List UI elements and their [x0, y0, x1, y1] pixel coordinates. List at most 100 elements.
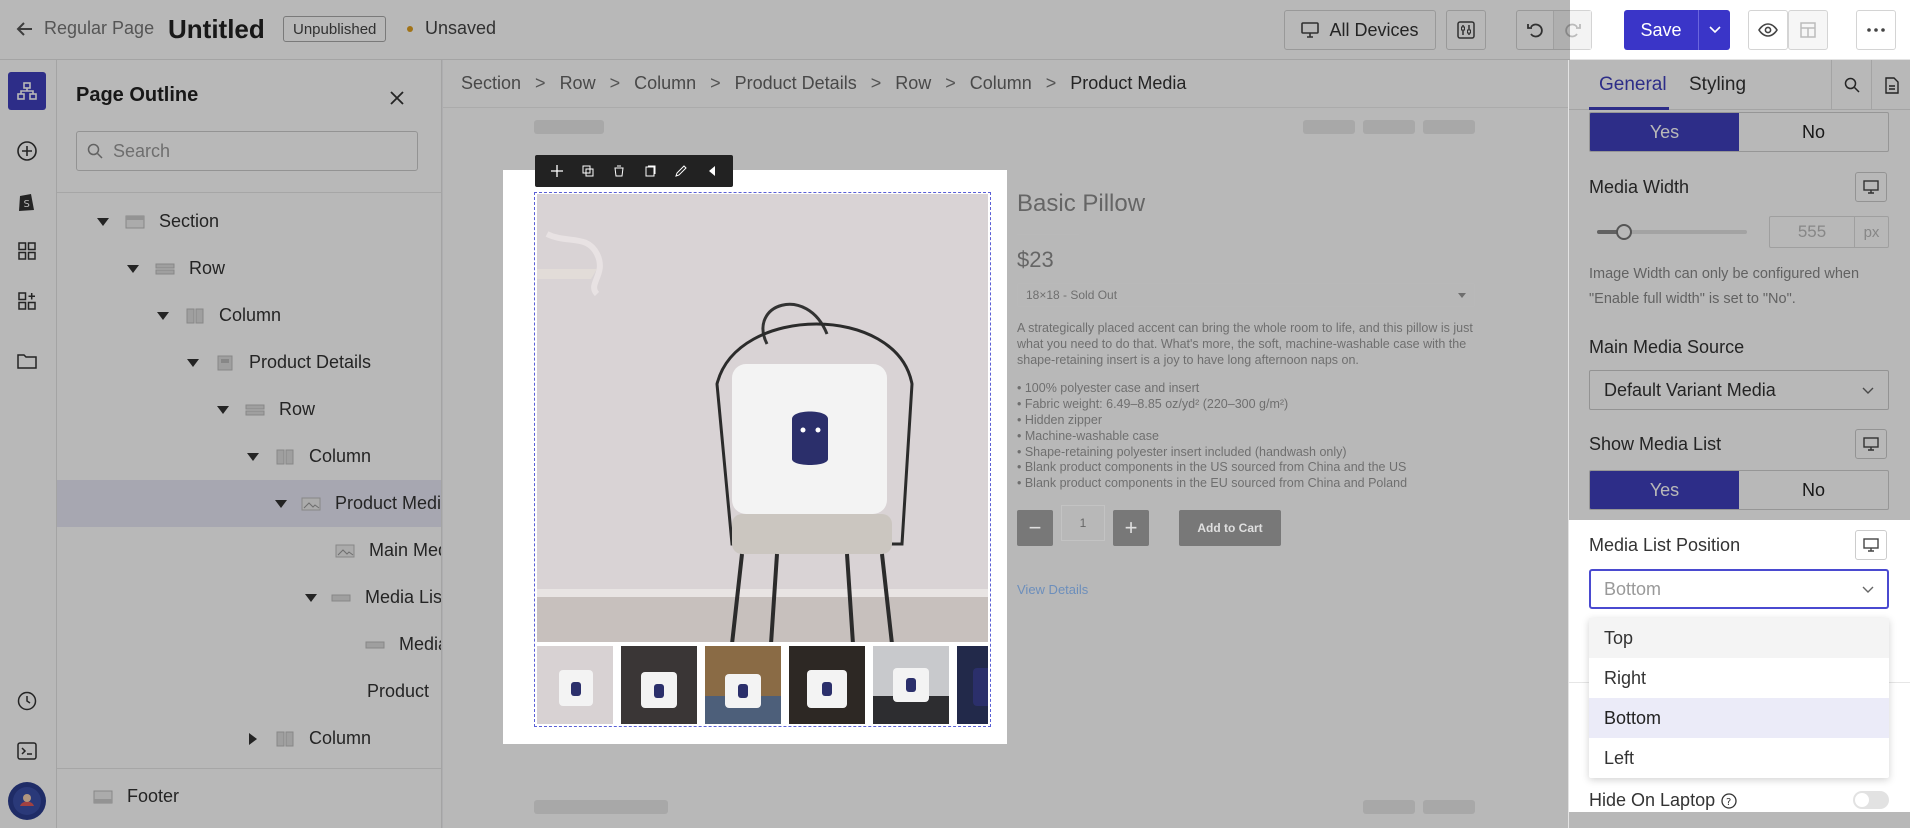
variant-select[interactable]: 18×18 - Sold Out: [1017, 283, 1475, 307]
tree-item-footer[interactable]: Footer: [57, 773, 441, 820]
tree-item-label: Product Details: [249, 352, 372, 372]
rail-history-button[interactable]: [8, 682, 46, 720]
preview-button[interactable]: [1748, 10, 1788, 50]
rail-apps-button[interactable]: [8, 282, 46, 320]
tree-item-row[interactable]: Row: [57, 245, 441, 292]
list-icon: [365, 637, 385, 653]
tree-item-column[interactable]: Column: [57, 433, 441, 480]
hide-on-laptop-toggle[interactable]: [1853, 791, 1889, 809]
rail-files-button[interactable]: [8, 342, 46, 380]
breadcrumb-item[interactable]: Section: [461, 73, 521, 94]
tree-item-media[interactable]: Media: [57, 621, 441, 668]
page-settings-button[interactable]: [1788, 10, 1828, 50]
variant-value: 18×18 - Sold Out: [1026, 288, 1118, 302]
caret-down-icon[interactable]: [275, 496, 287, 512]
close-outline-button[interactable]: [390, 91, 404, 105]
caret-down-icon[interactable]: [305, 590, 317, 606]
rail-outline-button[interactable]: [8, 72, 46, 110]
trash-icon[interactable]: [613, 165, 625, 177]
back-link[interactable]: Regular Page: [16, 18, 154, 39]
column-icon: [185, 308, 205, 324]
layout-icon: [1800, 22, 1816, 38]
breadcrumb-item[interactable]: Row: [560, 73, 596, 94]
chevron-right-icon: >: [945, 73, 956, 93]
caret-down-icon[interactable]: [185, 355, 201, 371]
breadcrumb-item[interactable]: Column: [970, 73, 1032, 94]
move-icon[interactable]: [550, 165, 563, 177]
option-top[interactable]: Top: [1589, 618, 1889, 658]
feature-item: • Blank product components in the US sou…: [1017, 460, 1407, 475]
tree-item-section[interactable]: Section: [57, 198, 441, 245]
close-icon: [390, 91, 404, 105]
copy-icon[interactable]: [644, 165, 656, 177]
layout-settings-button[interactable]: [1446, 10, 1486, 50]
image-icon: [301, 496, 321, 512]
rail-code-button[interactable]: [8, 732, 46, 770]
product-media-block[interactable]: [503, 155, 1007, 744]
tree-item-label: Product: [367, 681, 430, 701]
quantity-decrease-button[interactable]: −: [1017, 509, 1053, 546]
placeholder-bar: [1303, 120, 1355, 134]
save-button[interactable]: Save: [1624, 10, 1698, 50]
row-icon: [245, 402, 265, 418]
option-right[interactable]: Right: [1589, 658, 1889, 698]
panel-dim-overlay: [1569, 60, 1910, 520]
option-bottom[interactable]: Bottom: [1589, 698, 1889, 738]
column-icon: [275, 449, 295, 465]
style-brush-icon[interactable]: [674, 165, 687, 177]
toggle-knob: [1855, 793, 1869, 807]
tree-item-label: Media List: [365, 587, 441, 607]
tree-item-product-media[interactable]: Product Media: [57, 480, 441, 527]
user-avatar[interactable]: [8, 782, 46, 820]
breadcrumb-item[interactable]: Row: [895, 73, 931, 94]
caret-right-icon[interactable]: [245, 731, 261, 747]
save-status-label: Unsaved: [425, 18, 497, 38]
media-list-position-select[interactable]: Bottom: [1589, 569, 1889, 609]
caret-down-icon[interactable]: [125, 261, 141, 277]
tree-item-column-collapsed[interactable]: Column: [57, 715, 441, 762]
title-underline: [1017, 234, 1079, 235]
add-to-cart-button[interactable]: Add to Cart: [1179, 509, 1281, 546]
tree-item-media-list[interactable]: Media List: [57, 574, 441, 621]
panel-dim-overlay: [1569, 812, 1910, 828]
chevron-down-icon: [1862, 586, 1874, 593]
tree-item-product[interactable]: Product: [57, 668, 441, 715]
tree-item-main-media[interactable]: Main Media: [57, 527, 441, 574]
rail-shopify-button[interactable]: S: [8, 182, 46, 220]
desktop-icon: [1301, 22, 1320, 38]
page-title[interactable]: Untitled: [168, 14, 265, 45]
tree-item-column[interactable]: Column: [57, 292, 441, 339]
rail-add-button[interactable]: [8, 132, 46, 170]
tree-item-label: Row: [189, 258, 226, 278]
quantity-input[interactable]: 1: [1061, 504, 1105, 541]
media-list-position-label: Media List Position: [1589, 535, 1741, 555]
rail-elements-button[interactable]: [8, 232, 46, 270]
device-selector-button[interactable]: All Devices: [1284, 10, 1436, 50]
save-options-button[interactable]: [1698, 10, 1730, 50]
more-menu-button[interactable]: [1856, 10, 1896, 50]
breadcrumb: Section > Row > Column > Product Details > R…: [443, 60, 1568, 108]
svg-text:S: S: [24, 199, 30, 210]
quantity-increase-button[interactable]: +: [1113, 509, 1149, 546]
product-price: $23: [1017, 247, 1054, 272]
undo-button[interactable]: [1517, 11, 1555, 49]
duplicate-icon[interactable]: [582, 165, 594, 177]
device-toggle-button[interactable]: [1855, 530, 1887, 560]
caret-down-icon[interactable]: [245, 449, 261, 465]
chevron-down-icon: [1708, 26, 1721, 34]
help-icon[interactable]: ?: [1721, 792, 1737, 809]
chevron-right-icon: >: [535, 73, 546, 93]
caret-left-icon[interactable]: [706, 165, 718, 177]
caret-down-icon[interactable]: [95, 214, 111, 230]
breadcrumb-item[interactable]: Product Details: [735, 73, 857, 94]
redo-button[interactable]: [1554, 11, 1591, 49]
caret-down-icon[interactable]: [215, 402, 231, 418]
breadcrumb-item[interactable]: Column: [634, 73, 696, 94]
outline-search-field[interactable]: Search: [76, 131, 418, 171]
caret-down-icon[interactable]: [155, 308, 171, 324]
tree-item-label: Column: [219, 305, 282, 325]
tree-item-row[interactable]: Row: [57, 386, 441, 433]
option-left[interactable]: Left: [1589, 738, 1889, 778]
tree-item-product-details[interactable]: Product Details: [57, 339, 441, 386]
view-details-link[interactable]: View Details: [1017, 582, 1477, 597]
